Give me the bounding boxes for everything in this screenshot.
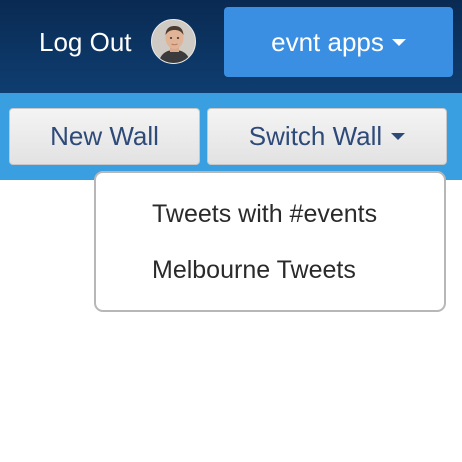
menu-item-melbourne-tweets[interactable]: Melbourne Tweets (152, 255, 356, 285)
switch-wall-label: Switch Wall (248, 121, 383, 151)
switch-wall-button[interactable]: Switch Wall (207, 108, 447, 165)
new-wall-label: New Wall (50, 121, 159, 151)
avatar[interactable] (151, 19, 196, 64)
logout-link[interactable]: Log Out (39, 25, 132, 59)
caret-down-icon (391, 133, 406, 140)
caret-down-icon (391, 38, 406, 46)
apps-button-label: evnt apps (271, 26, 384, 57)
apps-dropdown-button[interactable]: evnt apps (224, 7, 453, 77)
avatar-photo-icon (152, 20, 195, 63)
top-navbar: Log Out evnt apps (0, 0, 462, 93)
menu-item-tweets-with-events[interactable]: Tweets with #events (152, 199, 377, 229)
switch-wall-menu: Tweets with #events Melbourne Tweets (94, 171, 446, 312)
new-wall-button[interactable]: New Wall (9, 108, 200, 165)
